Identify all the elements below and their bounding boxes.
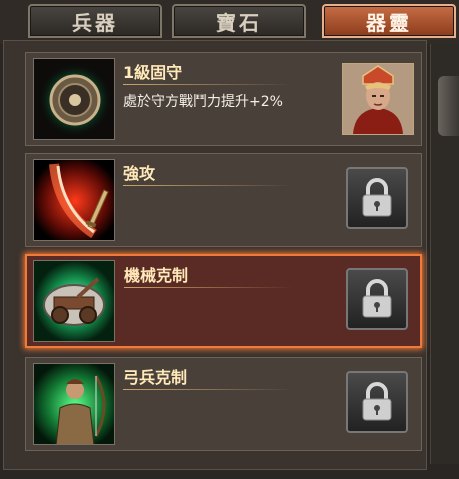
tab-gems-label: 寶石 xyxy=(216,10,262,35)
archer-icon xyxy=(33,363,115,445)
skill-title: 機械克制 xyxy=(124,266,189,285)
tab-weapon-spirit[interactable]: 器靈 xyxy=(322,4,456,38)
siege-machine-icon xyxy=(33,260,115,342)
tab-weapons-label: 兵器 xyxy=(72,10,118,35)
scroll-handle[interactable] xyxy=(438,76,459,136)
tab-bar: 兵器 寶石 器靈 xyxy=(0,0,459,44)
lock-slot[interactable] xyxy=(346,167,408,229)
title-divider xyxy=(123,84,293,85)
skill-title: 1級固守 xyxy=(123,63,183,82)
general-portrait[interactable] xyxy=(342,63,414,135)
shield-icon xyxy=(33,58,115,140)
title-divider xyxy=(123,389,293,390)
lock-icon xyxy=(362,178,392,217)
lock-icon xyxy=(362,382,392,421)
title-divider xyxy=(123,185,293,186)
title-divider xyxy=(124,287,294,288)
skill-row-defend[interactable]: 1級固守 處於守方戰鬥力提升+2% xyxy=(25,52,422,146)
skill-row-anti-siege[interactable]: 機械克制 xyxy=(25,254,422,348)
skill-row-assault[interactable]: 強攻 xyxy=(25,153,422,247)
skill-description: 處於守方戰鬥力提升+2% xyxy=(123,94,283,110)
tab-weapon-spirit-label: 器靈 xyxy=(366,10,412,35)
skill-title: 弓兵克制 xyxy=(123,368,188,387)
skill-row-anti-archer[interactable]: 弓兵克制 xyxy=(25,357,422,451)
skill-title: 強攻 xyxy=(123,164,156,183)
tab-gems[interactable]: 寶石 xyxy=(172,4,306,38)
lock-slot[interactable] xyxy=(346,371,408,433)
tab-weapons[interactable]: 兵器 xyxy=(28,4,162,38)
lock-slot[interactable] xyxy=(346,268,408,330)
blade-slash-icon xyxy=(33,159,115,241)
lock-icon xyxy=(362,279,392,318)
